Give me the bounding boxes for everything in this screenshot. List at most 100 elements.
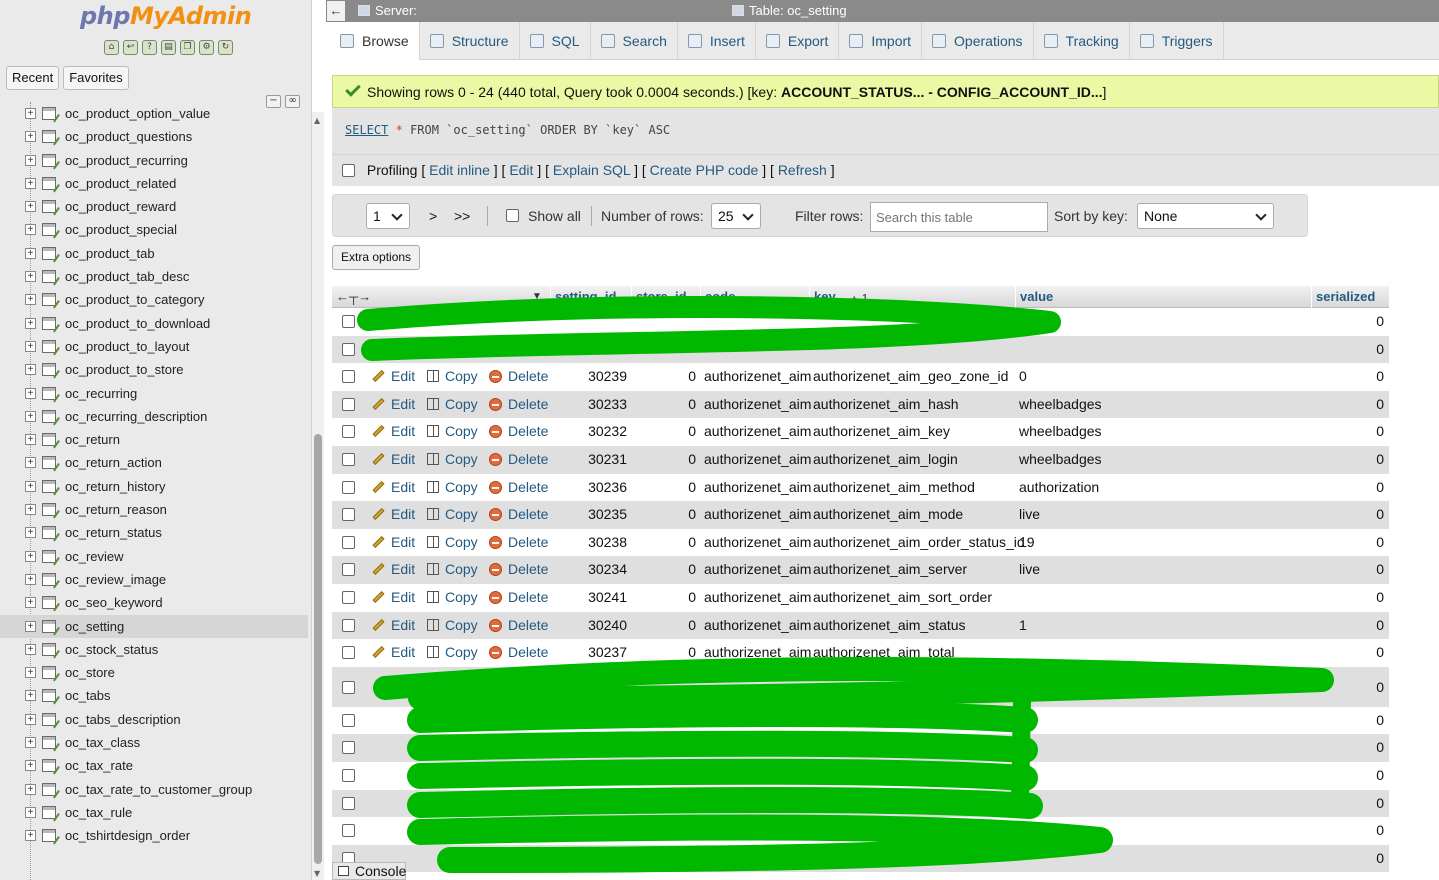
table-structure-icon[interactable] [42,130,56,144]
delete-row-link[interactable]: Delete [489,418,548,445]
cell-serialized[interactable]: 0 [1311,391,1384,418]
cell-setting-id[interactable]: 30239 [550,363,627,390]
edit-row-link[interactable]: Edit [372,363,415,390]
cell-store-id[interactable]: 0 [631,556,696,583]
explain-sql-link[interactable]: Explain SQL [553,162,630,178]
cell-setting-id[interactable]: 30240 [550,612,627,639]
tree-table-label[interactable]: oc_tabs_description [65,712,181,727]
edit-row-link[interactable]: Edit [372,446,415,473]
cell-key[interactable]: authorizenet_aim_key [813,418,950,445]
header-key[interactable]: key ▲ 1 [809,286,1015,308]
expand-icon[interactable]: + [25,573,36,585]
cell-store-id[interactable]: 0 [631,529,696,556]
help-icon[interactable]: ? [142,40,157,55]
expand-icon[interactable]: + [25,783,36,795]
tree-table-label[interactable]: oc_product_questions [65,129,192,144]
tab-sql[interactable]: SQL [520,22,591,60]
table-structure-icon[interactable] [42,270,56,284]
copy-row-link[interactable]: Copy [427,474,478,501]
tree-table-oc-return[interactable]: + oc_return [0,428,308,451]
cell-key[interactable]: authorizenet_aim_geo_zone_id [813,363,1008,390]
row-checkbox[interactable] [342,590,355,604]
tree-table-oc-product-tab-desc[interactable]: + oc_product_tab_desc [0,265,308,288]
row-checkbox[interactable] [342,315,355,328]
table-structure-icon[interactable] [42,246,56,260]
nav-scrollbar[interactable]: ▲ ▼ [312,112,324,880]
cell-store-id[interactable]: 0 [631,363,696,390]
table-structure-icon[interactable] [42,479,56,493]
tab-triggers[interactable]: Triggers [1130,22,1224,60]
tree-table-label[interactable]: oc_product_option_value [65,106,210,121]
edit-row-link[interactable]: Edit [372,612,415,639]
tree-table-label[interactable]: oc_product_related [65,176,176,191]
cell-key[interactable]: authorizenet_aim_order_status_id [813,529,1025,556]
row-checkbox[interactable] [342,397,355,411]
tab-insert[interactable]: Insert [678,22,756,60]
row-checkbox[interactable] [342,452,355,466]
docs-icon[interactable]: ▤ [161,40,176,55]
cell-setting-id[interactable]: 30241 [550,584,627,611]
copy-row-link[interactable]: Copy [427,612,478,639]
tree-table-label[interactable]: oc_product_reward [65,199,176,214]
sql-query-display[interactable]: SELECT * FROM `oc_setting` ORDER BY `key… [332,108,1439,154]
edit-row-link[interactable]: Edit [372,639,415,666]
row-checkbox[interactable] [342,796,355,810]
tree-table-oc-product-special[interactable]: + oc_product_special [0,218,308,241]
tree-table-oc-product-reward[interactable]: + oc_product_reward [0,195,308,218]
edit-row-link[interactable]: Edit [372,556,415,583]
tree-table-label[interactable]: oc_return_history [65,479,165,494]
cell-code[interactable]: authorizenet_aim [704,391,811,418]
extra-options-button[interactable]: Extra options [332,245,421,270]
expand-icon[interactable]: + [25,294,36,306]
cell-setting-id[interactable]: 30237 [550,639,627,666]
cell-value[interactable]: live [1019,501,1040,528]
copy-row-link[interactable]: Copy [427,639,478,666]
cell-store-id[interactable]: 0 [631,501,696,528]
cell-serialized[interactable]: 0 [1311,418,1384,445]
row-checkbox[interactable] [342,342,355,356]
edit-row-link[interactable]: Edit [372,418,415,445]
cell-serialized[interactable]: 0 [1311,612,1384,639]
cell-code[interactable]: authorizenet_aim [704,501,811,528]
delete-row-link[interactable]: Delete [489,446,548,473]
tree-table-label[interactable]: oc_tax_class [65,735,140,750]
home-icon[interactable]: ⌂ [104,40,119,55]
next-page-button[interactable]: > [429,203,437,229]
tree-table-oc-tabs[interactable]: + oc_tabs [0,684,308,707]
table-structure-icon[interactable] [42,736,56,750]
cell-key[interactable]: authorizenet_aim_total [813,639,955,666]
column-resize-controls[interactable]: ←┬→ ▼ [332,286,550,308]
edit-row-link[interactable]: Edit [372,474,415,501]
tree-table-oc-return-reason[interactable]: + oc_return_reason [0,498,308,521]
tab-structure[interactable]: Structure [420,22,520,60]
cell-value[interactable]: wheelbadges [1019,418,1102,445]
cell-key[interactable]: authorizenet_aim_status [813,612,966,639]
console-button[interactable]: Console [332,862,406,880]
cell-store-id[interactable]: 0 [631,584,696,611]
table-structure-icon[interactable] [42,386,56,400]
cell-setting-id[interactable]: 30231 [550,446,627,473]
table-structure-icon[interactable] [42,829,56,843]
table-structure-icon[interactable] [42,363,56,377]
row-checkbox[interactable] [342,563,355,577]
delete-row-link[interactable]: Delete [489,363,548,390]
tab-search[interactable]: Search [591,22,678,60]
tree-table-label[interactable]: oc_seo_keyword [65,595,163,610]
cell-key[interactable]: authorizenet_aim_sort_order [813,584,992,611]
tree-table-oc-product-to-store[interactable]: + oc_product_to_store [0,358,308,381]
table-structure-icon[interactable] [42,689,56,703]
tree-table-oc-product-to-download[interactable]: + oc_product_to_download [0,312,308,335]
tree-table-oc-store[interactable]: + oc_store [0,661,308,684]
table-structure-icon[interactable] [42,293,56,307]
tab-import[interactable]: Import [839,22,923,60]
expand-icon[interactable]: + [25,457,36,469]
expand-icon[interactable]: + [25,620,36,632]
tree-table-oc-tax-rule[interactable]: + oc_tax_rule [0,801,308,824]
tree-table-oc-tax-class[interactable]: + oc_tax_class [0,731,308,754]
copy-row-link[interactable]: Copy [427,418,478,445]
expand-icon[interactable]: + [25,364,36,376]
cell-store-id[interactable]: 0 [631,391,696,418]
header-store-id[interactable]: store_id [631,286,700,308]
tree-table-label[interactable]: oc_stock_status [65,642,158,657]
expand-icon[interactable]: + [25,597,36,609]
